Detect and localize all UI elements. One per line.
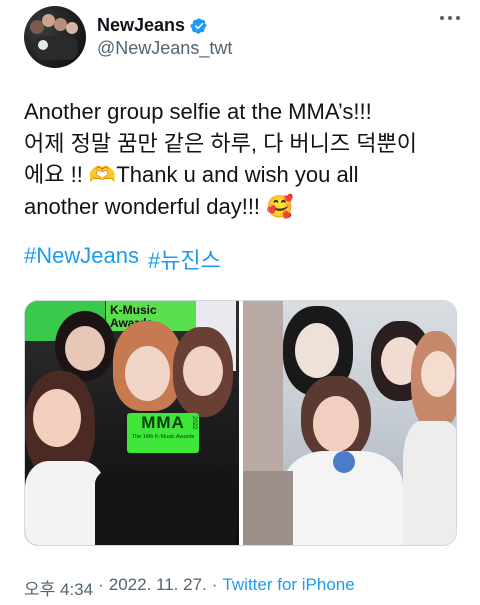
more-options-icon[interactable]: [440, 16, 460, 20]
meta-separator: ·: [211, 575, 218, 594]
tweet-client-link[interactable]: Twitter for iPhone: [222, 575, 354, 600]
tweet-time[interactable]: 오후 4:34: [24, 575, 93, 600]
hashtag-list: #NewJeans #뉴진스: [24, 243, 221, 275]
photo-right[interactable]: [242, 301, 456, 545]
verified-badge-icon: [190, 17, 207, 34]
avatar[interactable]: [24, 6, 86, 68]
media-grid: K-Music Awards MMA The 14th K-Music Awar…: [24, 300, 457, 546]
mma-banner: MMA The 14th K-Music Awards 2022: [127, 413, 199, 453]
tweet-text: Another group selfie at the MMA’s!!! 어제 …: [24, 99, 417, 219]
display-name[interactable]: NewJeans: [97, 15, 185, 36]
user-handle[interactable]: @NewJeans_twt: [97, 38, 232, 59]
photo-left[interactable]: K-Music Awards MMA The 14th K-Music Awar…: [25, 301, 239, 545]
tweet-meta: 오후 4:34 · 2022. 11. 27. · Twitter for iP…: [24, 575, 355, 600]
meta-separator: ·: [98, 575, 104, 594]
hashtag-newjeans[interactable]: #NewJeans: [24, 243, 139, 275]
hashtag-newjeans-korean[interactable]: #뉴진스: [148, 243, 221, 275]
tweet-date[interactable]: 2022. 11. 27.: [109, 575, 207, 600]
